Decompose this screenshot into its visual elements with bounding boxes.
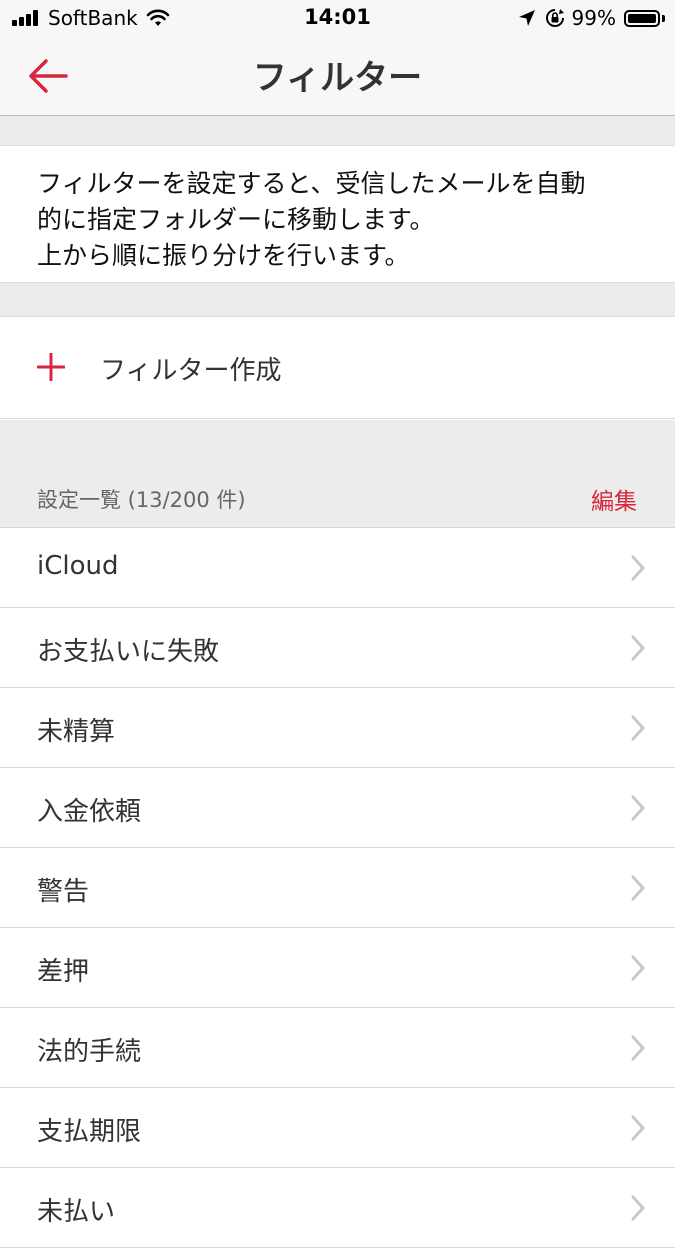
chevron-right-icon bbox=[631, 1035, 645, 1061]
filter-item-label: 警告 bbox=[37, 877, 90, 907]
filter-item-label: 未払い bbox=[37, 1197, 116, 1227]
filter-item[interactable]: 未払い bbox=[0, 1168, 675, 1248]
filter-item-label: お支払いに失敗 bbox=[37, 637, 220, 667]
status-right: 99% bbox=[518, 6, 665, 30]
filter-item-label: 支払期限 bbox=[37, 1117, 142, 1147]
filter-item[interactable]: 支払期限 bbox=[0, 1088, 675, 1168]
nav-bar: フィルター bbox=[0, 36, 675, 116]
filter-item-label: 入金依頼 bbox=[37, 797, 142, 827]
chevron-right-icon bbox=[631, 715, 645, 741]
filter-item[interactable]: お支払いに失敗 bbox=[0, 608, 675, 688]
chevron-right-icon bbox=[631, 1115, 645, 1141]
filter-item-label: 法的手続 bbox=[37, 1037, 142, 1067]
filter-item-label: iCloud bbox=[37, 551, 119, 581]
location-arrow-icon bbox=[518, 10, 535, 26]
section-gap bbox=[0, 283, 675, 316]
filter-list: iCloud お支払いに失敗 未精算入金依頼警告差押法的手続支払期限未払い bbox=[0, 528, 675, 1248]
create-filter-label: フィルター作成 bbox=[100, 356, 282, 386]
plus-icon bbox=[37, 353, 65, 381]
list-header: 設定一覧 (13/200 件) 編集 bbox=[0, 420, 675, 528]
filter-item-label: 未精算 bbox=[37, 717, 116, 747]
filter-item[interactable]: 警告 bbox=[0, 848, 675, 928]
chevron-right-icon bbox=[631, 875, 645, 901]
section-gap bbox=[0, 116, 675, 145]
page-title: フィルター bbox=[252, 58, 423, 98]
description-line: 上から順に振り分けを行います。 bbox=[37, 241, 410, 270]
battery-tip bbox=[662, 14, 665, 22]
filter-item[interactable]: iCloud bbox=[0, 528, 675, 608]
filter-item-label: 差押 bbox=[37, 957, 90, 987]
status-bar: SoftBank 14:01 99% bbox=[0, 0, 675, 36]
filter-item[interactable]: 未精算 bbox=[0, 688, 675, 768]
battery-icon bbox=[624, 9, 660, 27]
chevron-right-icon bbox=[631, 555, 645, 581]
chevron-right-icon bbox=[631, 795, 645, 821]
description-text: フィルターを設定すると、受信したメールを自動 的に指定フォルダーに移動します。 … bbox=[0, 145, 675, 283]
orientation-lock-icon bbox=[545, 9, 564, 27]
description-line: 的に指定フォルダーに移動します。 bbox=[37, 205, 435, 234]
battery-percent: 99% bbox=[571, 6, 616, 30]
description-line: フィルターを設定すると、受信したメールを自動 bbox=[37, 169, 586, 198]
chevron-right-icon bbox=[631, 635, 645, 661]
battery-fill bbox=[628, 13, 656, 23]
chevron-right-icon bbox=[631, 955, 645, 981]
list-count-label: 設定一覧 (13/200 件) bbox=[37, 488, 246, 512]
filter-item[interactable]: 差押 bbox=[0, 928, 675, 1008]
create-filter-button[interactable]: フィルター作成 bbox=[0, 316, 675, 419]
edit-button[interactable]: 編集 bbox=[591, 482, 637, 516]
chevron-right-icon bbox=[631, 1195, 645, 1221]
filter-item[interactable]: 入金依頼 bbox=[0, 768, 675, 848]
filter-item[interactable]: 法的手続 bbox=[0, 1008, 675, 1088]
